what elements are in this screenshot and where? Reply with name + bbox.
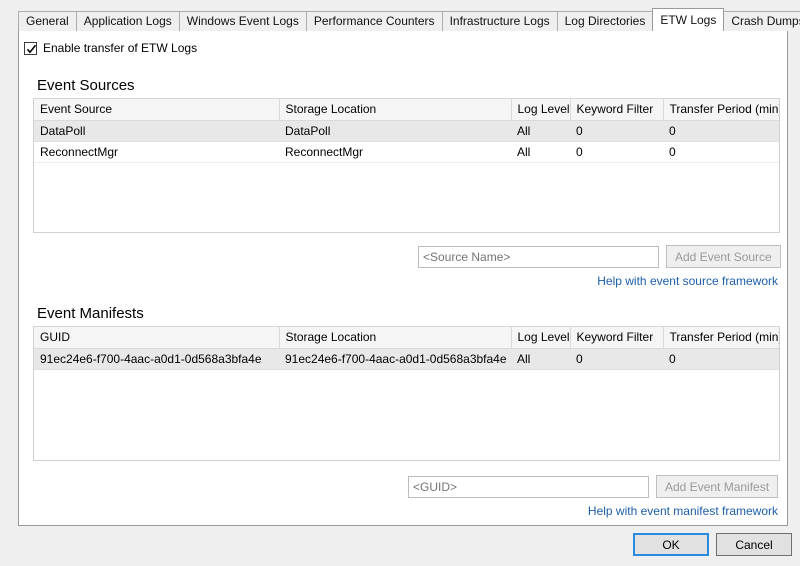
event-manifests-heading: Event Manifests — [37, 305, 144, 322]
enable-etw-logs-label: Enable transfer of ETW Logs — [43, 41, 198, 55]
event-sources-grid[interactable]: Event Source Storage Location Log Level … — [33, 98, 780, 233]
event-sources-table: Event Source Storage Location Log Level … — [34, 99, 779, 163]
cell-event-source[interactable]: ReconnectMgr — [34, 141, 279, 163]
tab-strip: General Application Logs Windows Event Log… — [18, 8, 800, 31]
tab-general[interactable]: General — [18, 11, 77, 31]
column-header-keyword-filter[interactable]: Keyword Filter — [570, 99, 664, 121]
event-manifests-grid[interactable]: GUID Storage Location Log Level Keyword … — [33, 326, 780, 461]
tab-infrastructure-logs[interactable]: Infrastructure Logs — [441, 11, 558, 31]
column-header-transfer-period[interactable]: Transfer Period (min) — [663, 99, 779, 121]
cancel-button[interactable]: Cancel — [716, 533, 792, 556]
table-row[interactable]: 91ec24e6-f700-4aac-a0d1-0d568a3bfa4e 91e… — [34, 348, 779, 370]
source-name-input[interactable] — [418, 245, 659, 268]
cell-transfer-period[interactable]: 0 — [663, 141, 779, 163]
table-row[interactable]: ReconnectMgr ReconnectMgr All 0 0 — [34, 141, 779, 163]
cell-storage-location[interactable]: ReconnectMgr — [279, 141, 511, 163]
etw-logs-panel: Enable transfer of ETW Logs Event Source… — [18, 30, 788, 526]
guid-input[interactable] — [408, 475, 649, 498]
tab-log-directories[interactable]: Log Directories — [556, 11, 654, 31]
column-header-log-level[interactable]: Log Level — [511, 327, 571, 349]
event-source-framework-help-link[interactable]: Help with event source framework — [597, 274, 778, 288]
add-event-manifest-row: Add Event Manifest — [408, 475, 779, 498]
table-row[interactable]: DataPoll DataPoll All 0 0 — [34, 120, 779, 142]
cell-event-source[interactable]: DataPoll — [34, 120, 279, 142]
add-event-manifest-button[interactable]: Add Event Manifest — [656, 475, 779, 498]
tab-etw-logs[interactable]: ETW Logs — [652, 8, 725, 31]
table-header-row: Event Source Storage Location Log Level … — [34, 99, 779, 121]
dialog-footer: OK Cancel — [0, 528, 800, 566]
cell-storage-location[interactable]: 91ec24e6-f700-4aac-a0d1-0d568a3bfa4e — [279, 348, 511, 370]
cell-log-level[interactable]: All — [511, 348, 570, 370]
column-header-transfer-period[interactable]: Transfer Period (min) — [663, 327, 779, 349]
enable-etw-logs-checkbox-row[interactable]: Enable transfer of ETW Logs — [24, 41, 197, 55]
cell-keyword-filter[interactable]: 0 — [570, 120, 663, 142]
tab-application-logs[interactable]: Application Logs — [75, 11, 180, 31]
cell-log-level[interactable]: All — [511, 120, 570, 142]
column-header-keyword-filter[interactable]: Keyword Filter — [570, 327, 664, 349]
event-manifest-framework-help-link[interactable]: Help with event manifest framework — [588, 504, 778, 518]
ok-button[interactable]: OK — [633, 533, 709, 556]
column-header-guid[interactable]: GUID — [34, 327, 280, 349]
column-header-event-source[interactable]: Event Source — [34, 99, 280, 121]
check-icon — [26, 44, 37, 53]
column-header-storage-location[interactable]: Storage Location — [279, 99, 512, 121]
add-event-source-button[interactable]: Add Event Source — [666, 245, 781, 268]
column-header-storage-location[interactable]: Storage Location — [279, 327, 512, 349]
cell-log-level[interactable]: All — [511, 141, 570, 163]
cell-guid[interactable]: 91ec24e6-f700-4aac-a0d1-0d568a3bfa4e — [34, 348, 279, 370]
add-event-source-row: Add Event Source — [418, 245, 781, 268]
tab-windows-event-logs[interactable]: Windows Event Logs — [178, 11, 307, 31]
column-header-log-level[interactable]: Log Level — [511, 99, 571, 121]
event-sources-heading: Event Sources — [37, 77, 135, 94]
cell-storage-location[interactable]: DataPoll — [279, 120, 511, 142]
cell-keyword-filter[interactable]: 0 — [570, 141, 663, 163]
table-header-row: GUID Storage Location Log Level Keyword … — [34, 327, 779, 349]
enable-etw-logs-checkbox[interactable] — [24, 41, 37, 55]
tab-crash-dumps[interactable]: Crash Dumps — [723, 11, 800, 31]
cell-transfer-period[interactable]: 0 — [663, 120, 779, 142]
tab-performance-counters[interactable]: Performance Counters — [305, 11, 443, 31]
event-manifests-table: GUID Storage Location Log Level Keyword … — [34, 327, 779, 370]
cell-keyword-filter[interactable]: 0 — [570, 348, 663, 370]
cell-transfer-period[interactable]: 0 — [663, 348, 779, 370]
